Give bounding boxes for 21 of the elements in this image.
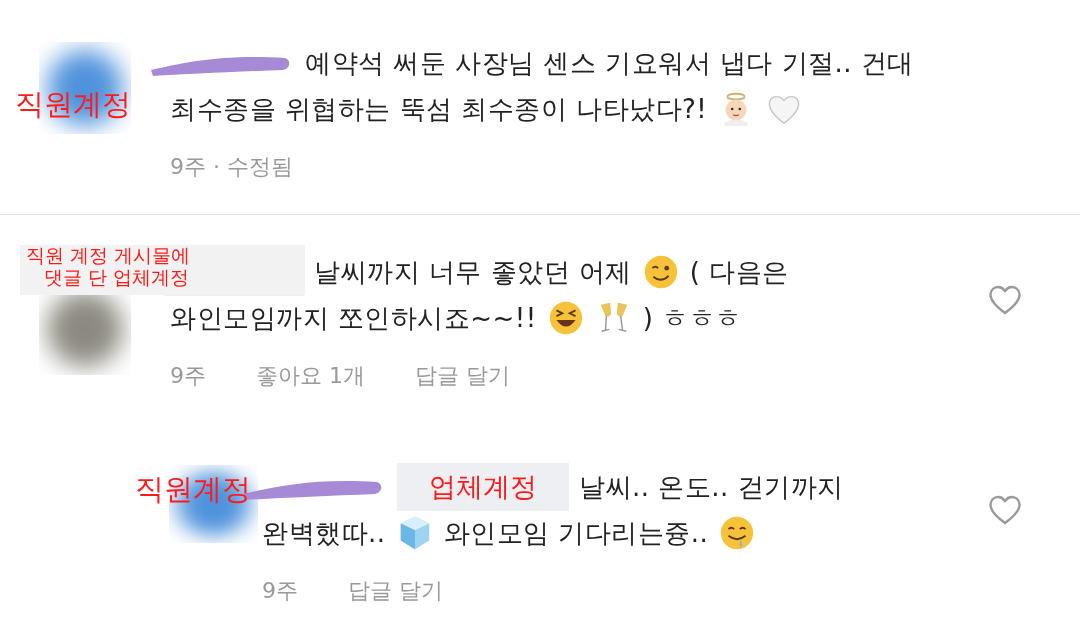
like-button[interactable] (988, 285, 1022, 315)
comment-text: 날씨까지 너무 좋았던 어제 (314, 255, 632, 289)
comment-meta: 9주 (170, 362, 206, 390)
like-button[interactable] (988, 495, 1022, 525)
comment-text: 완벽했따.. (262, 516, 386, 550)
comment-meta: 9주 (262, 577, 298, 605)
comment-text: 와인모임까지 쪼인하시죠~~!! (170, 301, 537, 335)
comment-text: ( 다음은 (689, 255, 789, 289)
annotation-label: 직원 계정 게시물에 댓글 단 업체계정 (20, 245, 305, 295)
comment-text: 예약석 써둔 사장님 센스 기요워서 냅다 기절.. 건대 (305, 46, 914, 80)
meta-link[interactable]: 답글 달기 (415, 361, 510, 391)
annotation-label: 직원계정 (15, 88, 131, 122)
comment-text: 최수종을 위협하는 뚝섬 최수종이 나타났다?! (170, 92, 708, 126)
meta-link[interactable]: 좋아요 1개 (256, 361, 365, 391)
comment-text: ) ㅎㅎㅎ (642, 301, 742, 335)
meta-link[interactable]: 답글 달기 (348, 576, 443, 606)
annotation-label: 직원계정 (135, 473, 251, 507)
annotation-label: 업체계정 (397, 463, 569, 511)
comment-meta: 9주 · 수정됨 (170, 153, 293, 181)
comment-text: 와인모임 기다리는즁.. (443, 516, 709, 550)
comment-text: 날씨.. 온도.. 걷기까지 (579, 470, 844, 504)
